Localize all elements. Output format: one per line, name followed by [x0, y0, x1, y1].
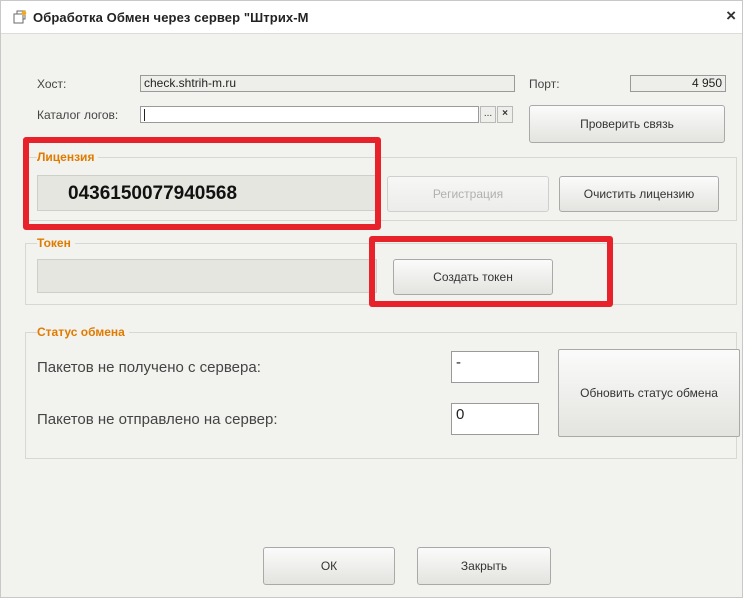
token-field[interactable]	[37, 259, 377, 293]
host-field[interactable]: check.shtrih-m.ru	[140, 75, 515, 92]
token-group-title: Токен	[37, 236, 75, 250]
register-button[interactable]: Регистрация	[387, 176, 549, 212]
exchange-status-title: Статус обмена	[37, 325, 129, 339]
port-field[interactable]: 4 950	[630, 75, 726, 92]
text-cursor	[144, 108, 145, 121]
log-dir-label: Каталог логов:	[37, 108, 119, 122]
not-sent-value: 0	[451, 403, 539, 435]
license-number: 0436150077940568	[68, 183, 238, 204]
not-received-value: -	[451, 351, 539, 383]
not-received-label: Пакетов не получено с сервера:	[37, 359, 261, 376]
ok-button[interactable]: ОК	[263, 547, 395, 585]
log-dir-field[interactable]	[140, 106, 479, 123]
create-token-button[interactable]: Создать токен	[393, 259, 553, 295]
port-label: Порт:	[529, 77, 560, 91]
dialog-window: Обработка Обмен через сервер "Штрих-М × …	[0, 0, 743, 598]
close-button[interactable]: Закрыть	[417, 547, 551, 585]
check-connection-button[interactable]: Проверить связь	[529, 105, 725, 143]
title-bar: Обработка Обмен через сервер "Штрих-М ×	[1, 1, 742, 34]
close-window-icon[interactable]: ×	[726, 7, 736, 25]
processing-icon	[13, 10, 27, 24]
browse-button[interactable]: ...	[480, 106, 496, 123]
not-sent-label: Пакетов не отправлено на сервер:	[37, 411, 278, 428]
refresh-status-button[interactable]: Обновить статус обмена	[558, 349, 740, 437]
clear-log-dir-icon[interactable]: ×	[497, 106, 513, 123]
clear-license-button[interactable]: Очистить лицензию	[559, 176, 719, 212]
window-title: Обработка Обмен через сервер "Штрих-М	[33, 10, 309, 25]
host-label: Хост:	[37, 77, 67, 91]
license-group-title: Лицензия	[37, 150, 99, 164]
license-number-box: 0436150077940568	[37, 175, 377, 211]
